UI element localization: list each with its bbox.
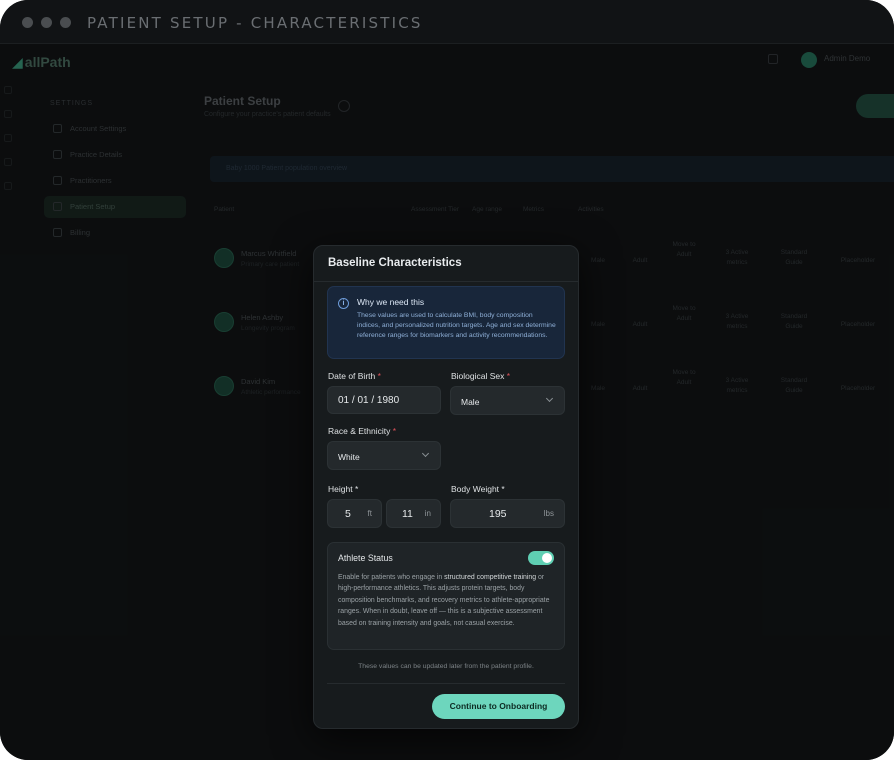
weight-value: 195 (489, 508, 507, 520)
sex-label: Biological Sex * (451, 371, 510, 381)
modal-header-divider (314, 281, 578, 282)
height-inches-value: 11 (402, 508, 413, 520)
window-title: PATIENT SETUP - CHARACTERISTICS (87, 14, 423, 32)
race-value: White (338, 452, 360, 462)
athlete-status-title: Athlete Status (338, 553, 393, 563)
sex-label-text: Biological Sex (451, 371, 505, 381)
height-feet-input[interactable]: 5 ft (327, 499, 382, 528)
race-label: Race & Ethnicity * (328, 426, 396, 436)
required-marker: * (354, 484, 359, 494)
dob-value: 01 / 01 / 1980 (338, 395, 400, 406)
required-marker: * (506, 371, 511, 381)
weight-label: Body Weight * (451, 484, 505, 494)
height-inches-input[interactable]: 11 in (386, 499, 441, 528)
baseline-characteristics-modal: Baseline Characteristics i Why we need t… (313, 245, 579, 729)
biological-sex-select[interactable]: Male (450, 386, 565, 415)
height-feet-value: 5 (345, 508, 351, 520)
description-text: Enable for patients who engage in (338, 574, 445, 581)
info-callout: i Why we need this These values are used… (327, 286, 565, 359)
dob-label-text: Date of Birth (328, 371, 376, 381)
chevron-down-icon (545, 394, 554, 403)
athlete-status-description: Enable for patients who engage in struct… (338, 572, 558, 629)
info-text: These values are used to calculate BMI, … (357, 312, 556, 339)
required-marker: * (501, 484, 505, 494)
required-marker: * (377, 371, 381, 381)
athlete-status-panel: Athlete Status Enable for patients who e… (327, 542, 565, 650)
description-text: or high-performance athletics. This adju… (338, 574, 550, 627)
title-bar: PATIENT SETUP - CHARACTERISTICS (0, 0, 894, 44)
weight-unit: lbs (543, 509, 554, 518)
window-close-dot[interactable] (22, 17, 33, 28)
info-title: Why we need this (357, 297, 425, 307)
dob-label: Date of Birth * (328, 371, 381, 381)
weight-label-text: Body Weight (451, 484, 500, 494)
body-weight-input[interactable]: 195 lbs (450, 499, 565, 528)
app-window: PATIENT SETUP - CHARACTERISTICS ◢ allPath… (0, 0, 894, 760)
info-icon: i (338, 298, 349, 309)
modal-footer-divider (327, 683, 565, 684)
feet-unit: ft (367, 509, 372, 518)
inches-unit: in (424, 509, 431, 518)
required-marker: * (392, 426, 397, 436)
description-emphasis: structured competitive training (444, 574, 537, 581)
race-label-text: Race & Ethnicity (328, 426, 391, 436)
race-ethnicity-select[interactable]: White (327, 441, 441, 470)
toggle-knob (542, 553, 552, 563)
date-of-birth-input[interactable]: 01 / 01 / 1980 (327, 386, 441, 414)
footnote: These values can be updated later from t… (358, 663, 534, 670)
height-label: Height * (328, 484, 358, 494)
modal-title: Baseline Characteristics (328, 257, 462, 269)
chevron-down-icon (421, 449, 430, 458)
athlete-status-toggle[interactable] (528, 551, 554, 565)
window-minimize-dot[interactable] (41, 17, 52, 28)
window-maximize-dot[interactable] (60, 17, 71, 28)
height-label-text: Height (328, 484, 353, 494)
continue-to-onboarding-button[interactable]: Continue to Onboarding (432, 694, 565, 719)
sex-value: Male (461, 397, 480, 407)
